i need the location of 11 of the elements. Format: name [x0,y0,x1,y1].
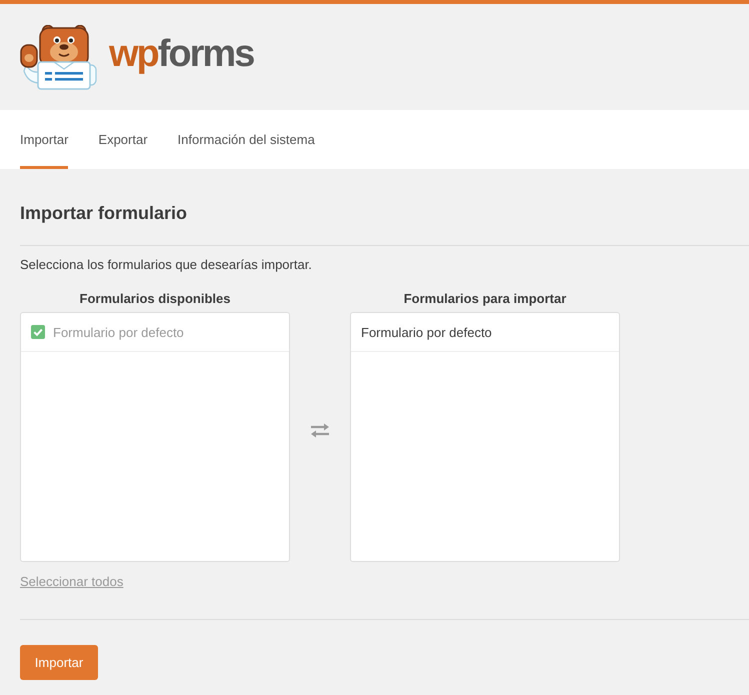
logo-wordmark: wpforms [109,34,254,74]
checkbox-icon[interactable] [31,325,45,339]
section-title: Importar formulario [20,202,188,225]
column-heading: Formularios disponibles [78,290,232,308]
section-description: Selecciona los formularios que desearías importar. [20,256,313,274]
column-heading: Formularios para importar [402,290,568,308]
swap-arrows-icon[interactable] [310,423,330,438]
tab[interactable]: Información del sistema [178,110,315,169]
form-list-item[interactable]: Formulario por defecto [351,313,619,352]
tab[interactable]: Importar [20,110,68,169]
tab[interactable]: Exportar [98,110,148,169]
